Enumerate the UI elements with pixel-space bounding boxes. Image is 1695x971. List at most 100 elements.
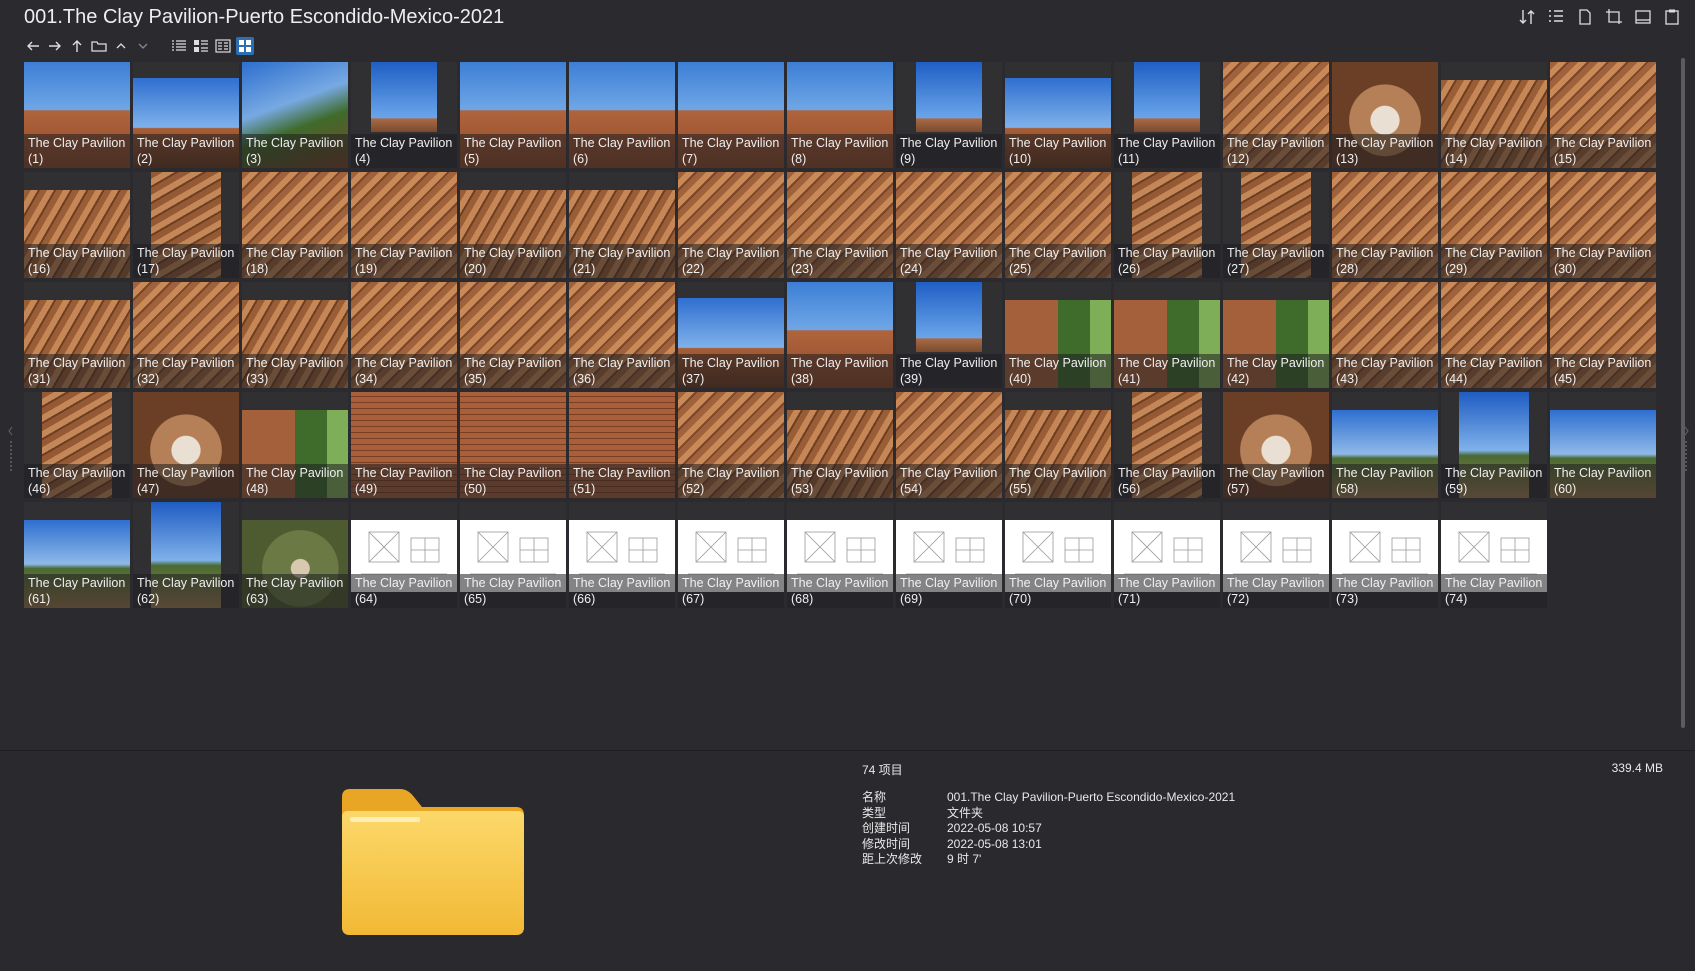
thumbnail-item[interactable]: The Clay Pavilion (38) xyxy=(787,282,893,388)
panel-icon[interactable] xyxy=(1634,8,1652,26)
thumbnail-item[interactable]: The Clay Pavilion (5) xyxy=(460,62,566,168)
thumbnail-item[interactable]: The Clay Pavilion (70) xyxy=(1005,502,1111,608)
thumbnail-item[interactable]: The Clay Pavilion (12) xyxy=(1223,62,1329,168)
thumbnail-item[interactable]: The Clay Pavilion (69) xyxy=(896,502,1002,608)
caret-down-icon[interactable] xyxy=(134,37,152,55)
thumbnail-item[interactable]: The Clay Pavilion (1) xyxy=(24,62,130,168)
vertical-scrollbar[interactable] xyxy=(1680,58,1686,730)
thumbnail-item[interactable]: The Clay Pavilion (24) xyxy=(896,172,1002,278)
right-splitter-handle[interactable] xyxy=(1683,425,1689,475)
thumbnail-item[interactable]: The Clay Pavilion (7) xyxy=(678,62,784,168)
thumbnail-item[interactable]: The Clay Pavilion (46) xyxy=(24,392,130,498)
thumbnail-item[interactable]: The Clay Pavilion (6) xyxy=(569,62,675,168)
thumbnail-item[interactable]: The Clay Pavilion (55) xyxy=(1005,392,1111,498)
thumbnail-item[interactable]: The Clay Pavilion (17) xyxy=(133,172,239,278)
thumbnail-item[interactable]: The Clay Pavilion (35) xyxy=(460,282,566,388)
thumbnail-item[interactable]: The Clay Pavilion (15) xyxy=(1550,62,1656,168)
thumbnail-item[interactable]: The Clay Pavilion (22) xyxy=(678,172,784,278)
thumbnail-item[interactable]: The Clay Pavilion (10) xyxy=(1005,62,1111,168)
thumbnail-item[interactable]: The Clay Pavilion (63) xyxy=(242,502,348,608)
scrollbar-thumb[interactable] xyxy=(1681,58,1685,728)
thumbnail-item[interactable]: The Clay Pavilion (2) xyxy=(133,62,239,168)
caret-up-icon[interactable] xyxy=(112,37,130,55)
thumbnail-item[interactable]: The Clay Pavilion (20) xyxy=(460,172,566,278)
thumbnail-item[interactable]: The Clay Pavilion (54) xyxy=(896,392,1002,498)
thumbnails-view-icon[interactable] xyxy=(236,37,254,55)
thumbnail-item[interactable]: The Clay Pavilion (47) xyxy=(133,392,239,498)
thumbnail-item[interactable]: The Clay Pavilion (58) xyxy=(1332,392,1438,498)
thumbnail-item[interactable]: The Clay Pavilion (40) xyxy=(1005,282,1111,388)
thumbnail-item[interactable]: The Clay Pavilion (3) xyxy=(242,62,348,168)
thumbnail-item[interactable]: The Clay Pavilion (68) xyxy=(787,502,893,608)
thumbnail-item[interactable]: The Clay Pavilion (26) xyxy=(1114,172,1220,278)
thumbnail-item[interactable]: The Clay Pavilion (67) xyxy=(678,502,784,608)
thumbnail-item[interactable]: The Clay Pavilion (44) xyxy=(1441,282,1547,388)
thumbnail-item[interactable]: The Clay Pavilion (52) xyxy=(678,392,784,498)
thumbnail-item[interactable]: The Clay Pavilion (56) xyxy=(1114,392,1220,498)
page-icon[interactable] xyxy=(1576,8,1594,26)
thumbnail-item[interactable]: The Clay Pavilion (42) xyxy=(1223,282,1329,388)
thumbnail-item[interactable]: The Clay Pavilion (57) xyxy=(1223,392,1329,498)
thumbnail-item[interactable]: The Clay Pavilion (74) xyxy=(1441,502,1547,608)
list-view-icon[interactable] xyxy=(170,37,188,55)
thumbnail-caption: The Clay Pavilion (14) xyxy=(1441,134,1547,168)
thumbnail-item[interactable]: The Clay Pavilion (32) xyxy=(133,282,239,388)
thumbnail-item[interactable]: The Clay Pavilion (27) xyxy=(1223,172,1329,278)
thumbnail-number: (67) xyxy=(682,592,705,606)
thumbnail-item[interactable]: The Clay Pavilion (64) xyxy=(351,502,457,608)
thumbnail-item[interactable]: The Clay Pavilion (60) xyxy=(1550,392,1656,498)
details-view-icon[interactable] xyxy=(192,37,210,55)
thumbnail-item[interactable]: The Clay Pavilion (11) xyxy=(1114,62,1220,168)
thumbnail-item[interactable]: The Clay Pavilion (41) xyxy=(1114,282,1220,388)
thumbnail-item[interactable]: The Clay Pavilion (28) xyxy=(1332,172,1438,278)
thumbnail-item[interactable]: The Clay Pavilion (14) xyxy=(1441,62,1547,168)
thumbnail-item[interactable]: The Clay Pavilion (34) xyxy=(351,282,457,388)
thumbnail-item[interactable]: The Clay Pavilion (36) xyxy=(569,282,675,388)
thumbnail-item[interactable]: The Clay Pavilion (21) xyxy=(569,172,675,278)
thumbnail-item[interactable]: The Clay Pavilion (4) xyxy=(351,62,457,168)
thumbnail-item[interactable]: The Clay Pavilion (30) xyxy=(1550,172,1656,278)
thumbnail-item[interactable]: The Clay Pavilion (45) xyxy=(1550,282,1656,388)
thumbnail-item[interactable]: The Clay Pavilion (50) xyxy=(460,392,566,498)
thumbnail-item[interactable]: The Clay Pavilion (37) xyxy=(678,282,784,388)
thumbnail-item[interactable]: The Clay Pavilion (72) xyxy=(1223,502,1329,608)
thumbnail-item[interactable]: The Clay Pavilion (66) xyxy=(569,502,675,608)
thumbnail-item[interactable]: The Clay Pavilion (23) xyxy=(787,172,893,278)
thumbnail-item[interactable]: The Clay Pavilion (33) xyxy=(242,282,348,388)
arrow-left-icon[interactable] xyxy=(24,37,42,55)
thumbnail-item[interactable]: The Clay Pavilion (25) xyxy=(1005,172,1111,278)
thumbnail-item[interactable]: The Clay Pavilion (65) xyxy=(460,502,566,608)
thumbnail-item[interactable]: The Clay Pavilion (19) xyxy=(351,172,457,278)
tiles-view-icon[interactable] xyxy=(214,37,232,55)
folder-icon[interactable] xyxy=(90,37,108,55)
thumbnail-item[interactable]: The Clay Pavilion (53) xyxy=(787,392,893,498)
arrow-up-icon[interactable] xyxy=(68,37,86,55)
thumbnail-item[interactable]: The Clay Pavilion (16) xyxy=(24,172,130,278)
thumbnail-item[interactable]: The Clay Pavilion (18) xyxy=(242,172,348,278)
thumbnail-item[interactable]: The Clay Pavilion (73) xyxy=(1332,502,1438,608)
thumbnail-item[interactable]: The Clay Pavilion (48) xyxy=(242,392,348,498)
clipboard-icon[interactable] xyxy=(1663,8,1681,26)
thumbnail-item[interactable]: The Clay Pavilion (43) xyxy=(1332,282,1438,388)
thumbnail-item[interactable]: The Clay Pavilion (13) xyxy=(1332,62,1438,168)
thumbnail-item[interactable]: The Clay Pavilion (61) xyxy=(24,502,130,608)
left-splitter-handle[interactable] xyxy=(8,425,14,475)
thumbnail-label: The Clay Pavilion xyxy=(1227,356,1325,370)
thumbnail-item[interactable]: The Clay Pavilion (51) xyxy=(569,392,675,498)
thumbnail-item[interactable]: The Clay Pavilion (71) xyxy=(1114,502,1220,608)
filter-icon[interactable] xyxy=(1547,8,1565,26)
arrow-right-icon[interactable] xyxy=(46,37,64,55)
thumbnail-number: (66) xyxy=(573,592,596,606)
thumbnail-item[interactable]: The Clay Pavilion (39) xyxy=(896,282,1002,388)
crop-icon[interactable] xyxy=(1605,8,1623,26)
thumbnail-item[interactable]: The Clay Pavilion (29) xyxy=(1441,172,1547,278)
thumbnail-item[interactable]: The Clay Pavilion (49) xyxy=(351,392,457,498)
thumbnail-item[interactable]: The Clay Pavilion (59) xyxy=(1441,392,1547,498)
sort-icon[interactable] xyxy=(1518,8,1536,26)
thumbnail-item[interactable]: The Clay Pavilion (31) xyxy=(24,282,130,388)
thumbnail-item[interactable]: The Clay Pavilion (62) xyxy=(133,502,239,608)
thumbnail-caption: The Clay Pavilion (4) xyxy=(351,134,457,168)
thumbnail-item[interactable]: The Clay Pavilion (8) xyxy=(787,62,893,168)
thumbnail-item[interactable]: The Clay Pavilion (9) xyxy=(896,62,1002,168)
thumbnail-caption: The Clay Pavilion (39) xyxy=(896,354,1002,388)
